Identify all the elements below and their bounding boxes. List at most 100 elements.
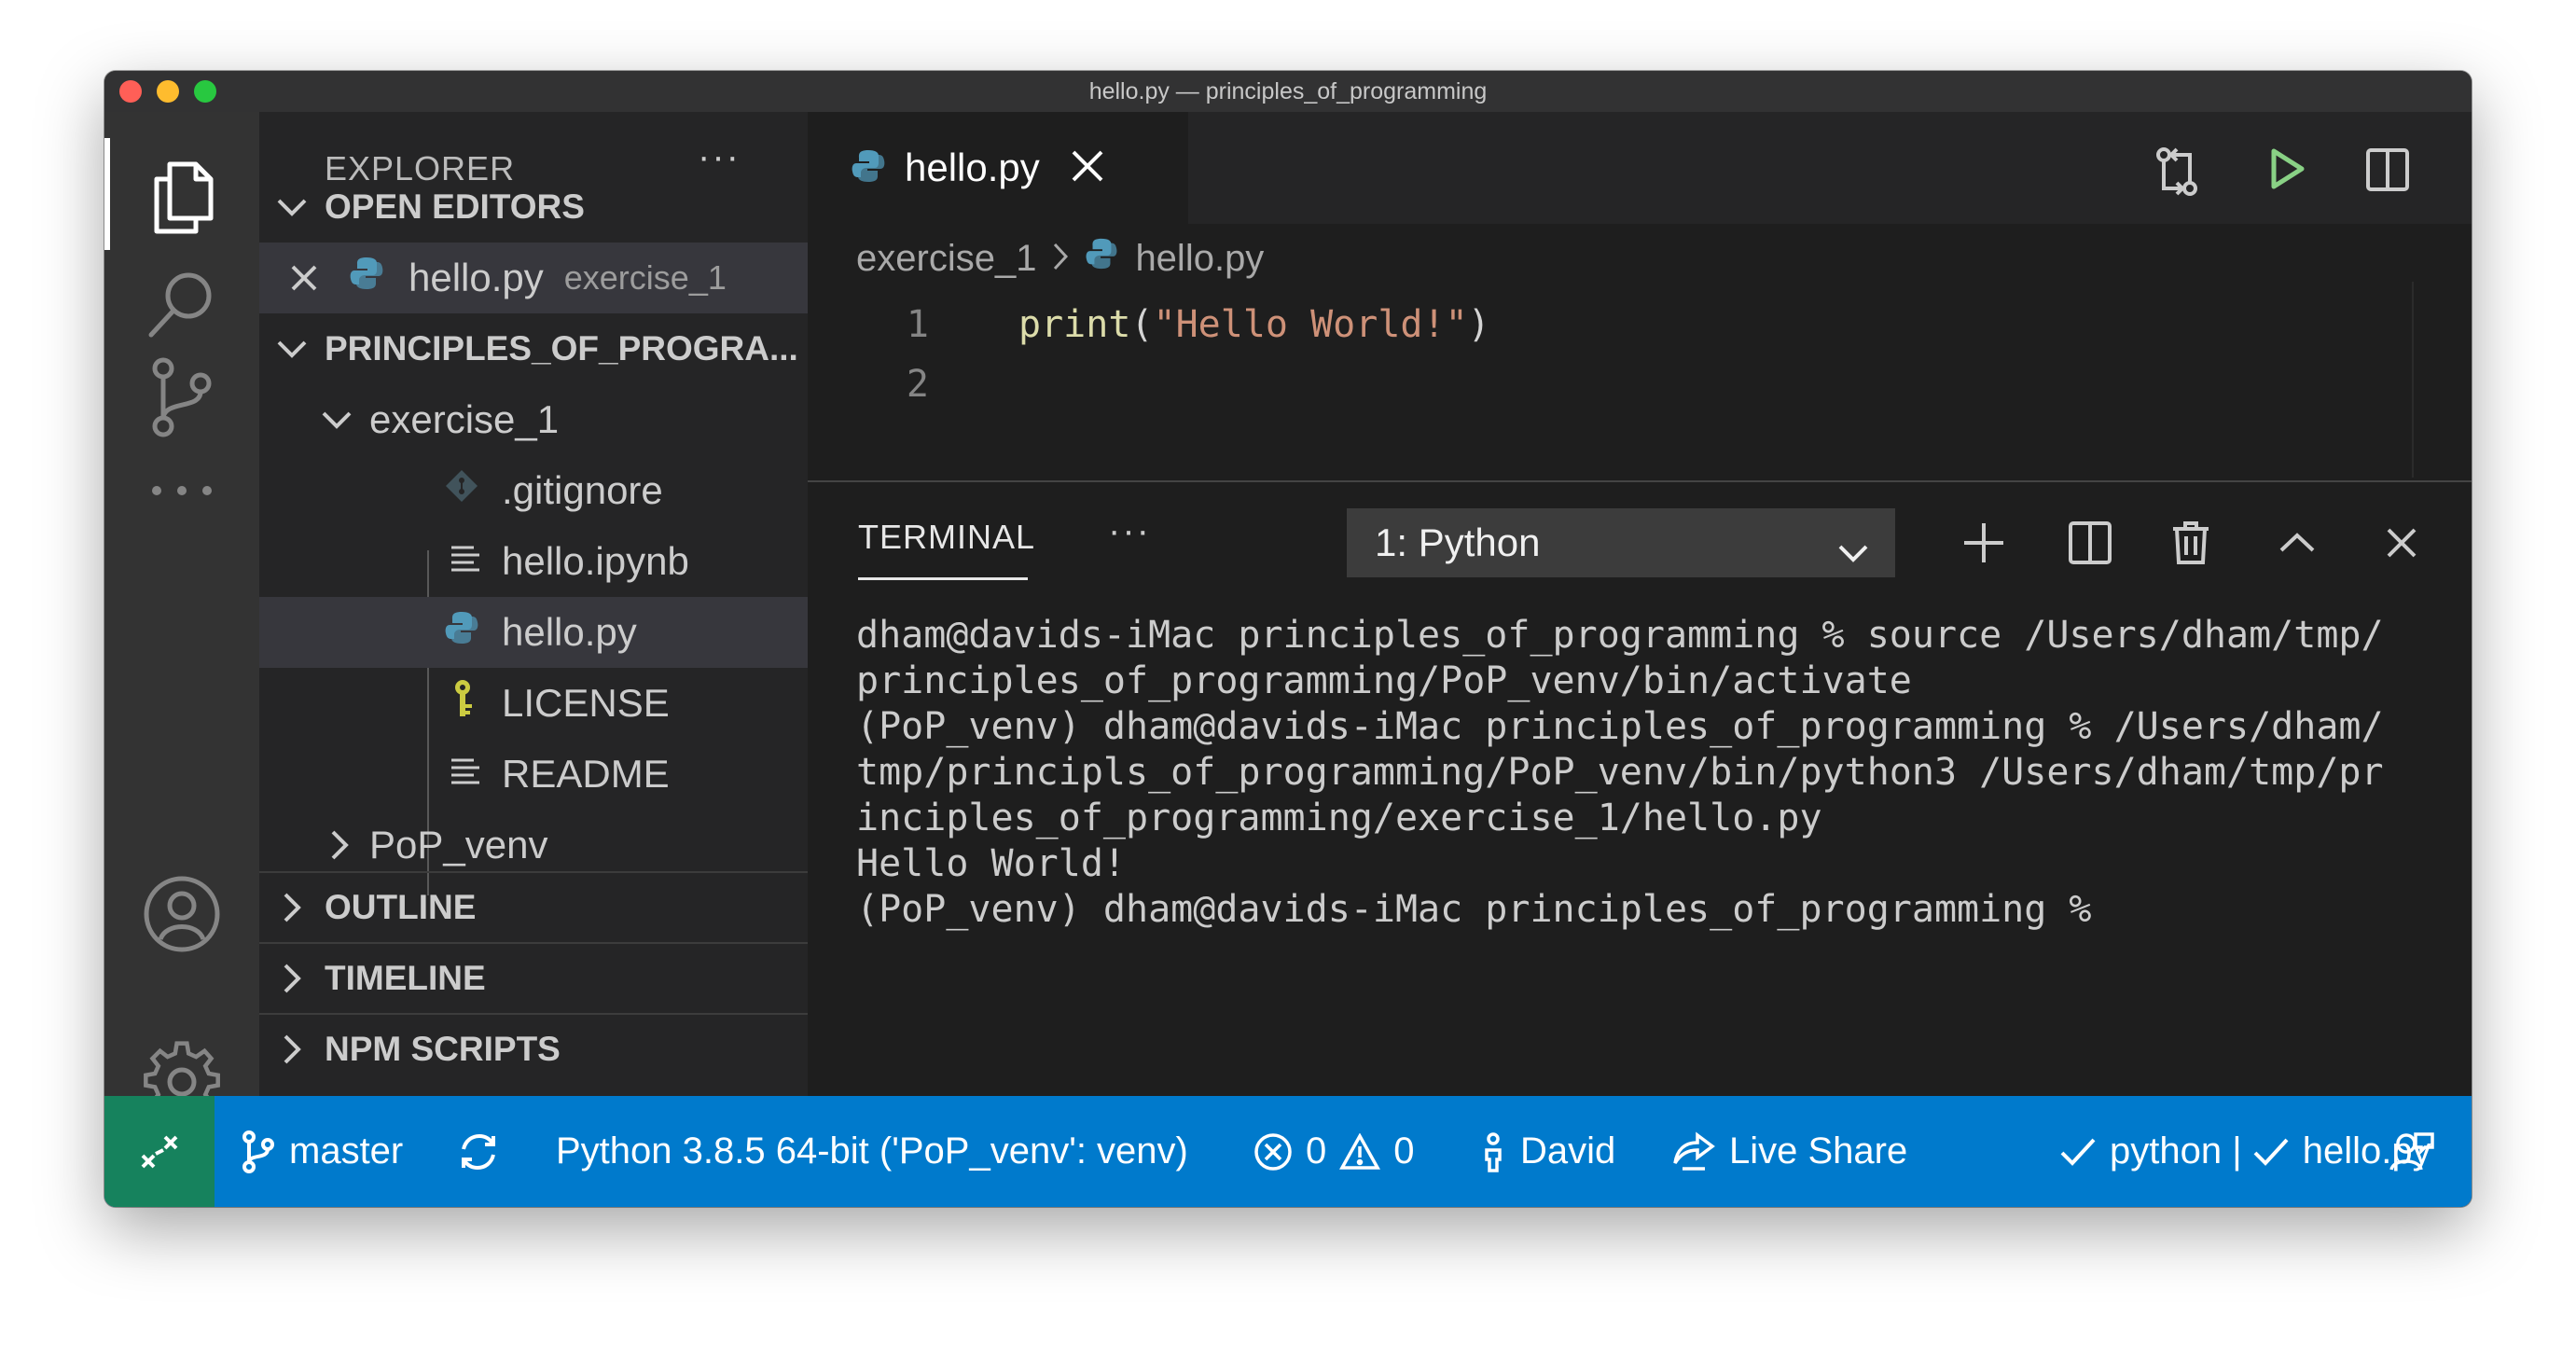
split-editor-icon[interactable] bbox=[2365, 147, 2410, 197]
python-file-icon bbox=[444, 610, 489, 655]
feedback-button[interactable] bbox=[2389, 1096, 2447, 1207]
editor-area: hello.py exercise_1 hello.py 1 print("He… bbox=[808, 112, 2472, 480]
live-share-button[interactable]: Live Share bbox=[1671, 1096, 1907, 1207]
python-file-icon bbox=[1085, 237, 1118, 280]
file-item-hello-py[interactable]: hello.py bbox=[259, 597, 808, 668]
trash-icon[interactable] bbox=[2158, 510, 2223, 575]
folder-label: PoP_venv bbox=[369, 823, 548, 867]
accounts-icon[interactable] bbox=[104, 858, 259, 970]
chevron-right-icon bbox=[1053, 238, 1069, 280]
text-file-icon bbox=[450, 752, 489, 797]
line-number: 2 bbox=[906, 363, 929, 406]
chevron-down-icon bbox=[259, 340, 325, 358]
branch-indicator[interactable]: master bbox=[241, 1096, 403, 1207]
outline-header[interactable]: OUTLINE bbox=[259, 871, 808, 942]
terminal-panel: TERMINAL ··· 1: Python dham@davids-iMac … bbox=[808, 480, 2472, 1098]
panel-more-button[interactable]: ··· bbox=[1108, 510, 1151, 552]
open-editor-filename: hello.py bbox=[409, 256, 544, 299]
sync-indicator[interactable] bbox=[457, 1096, 513, 1207]
terminal-line: Hello World! bbox=[856, 842, 1126, 885]
text-file-icon bbox=[450, 539, 489, 584]
python-interpreter[interactable]: Python 3.8.5 64-bit ('PoP_venv': venv) bbox=[556, 1096, 1188, 1207]
timeline-header[interactable]: TIMELINE bbox=[259, 942, 808, 1013]
user-indicator[interactable]: David bbox=[1479, 1096, 1615, 1207]
explorer-icon[interactable] bbox=[104, 138, 259, 250]
check-icon bbox=[2060, 1138, 2096, 1166]
problems-indicator[interactable]: 0 0 bbox=[1253, 1096, 1415, 1207]
line-number: 1 bbox=[906, 303, 929, 346]
terminal-line: tmp/principls_of_programming/PoP_venv/bi… bbox=[856, 751, 2384, 794]
chevron-right-icon bbox=[259, 1033, 325, 1065]
breadcrumb-folder[interactable]: exercise_1 bbox=[856, 238, 1036, 280]
interpreter-label: Python 3.8.5 64-bit ('PoP_venv': venv) bbox=[556, 1130, 1188, 1172]
terminal-select[interactable]: 1: Python bbox=[1347, 508, 1895, 577]
live-share-icon bbox=[1673, 1131, 1715, 1171]
breadcrumb: exercise_1 hello.py bbox=[856, 235, 1264, 282]
chevron-right-icon bbox=[259, 892, 325, 923]
remote-indicator[interactable] bbox=[104, 1096, 215, 1207]
breadcrumb-file[interactable]: hello.py bbox=[1135, 238, 1264, 280]
check-icon bbox=[2253, 1138, 2289, 1166]
file-label: README bbox=[502, 752, 670, 796]
outline-label: OUTLINE bbox=[325, 888, 477, 926]
close-icon[interactable] bbox=[259, 264, 349, 292]
folder-label: exercise_1 bbox=[369, 397, 560, 441]
close-panel-icon[interactable] bbox=[2369, 510, 2434, 575]
open-editors-header[interactable]: OPEN EDITORS bbox=[259, 172, 808, 243]
sync-icon bbox=[462, 1133, 495, 1170]
chevron-right-icon bbox=[259, 829, 369, 861]
window-title: hello.py — principles_of_programming bbox=[1088, 78, 1488, 104]
more-activities-icon[interactable] bbox=[104, 435, 259, 547]
warning-count: 0 bbox=[1393, 1130, 1415, 1172]
person-icon bbox=[1485, 1131, 1502, 1172]
file-item-license[interactable]: LICENSE bbox=[259, 668, 808, 739]
terminal-line: (PoP_venv) dham@davids-iMac principles_o… bbox=[856, 705, 2384, 748]
code-line[interactable]: 2 bbox=[808, 354, 929, 414]
vscode-window: hello.py — principles_of_programming EXP… bbox=[104, 71, 2472, 1207]
editor-more-icon[interactable] bbox=[2470, 164, 2472, 181]
new-terminal-plus-icon[interactable] bbox=[1951, 510, 2016, 575]
license-key-icon bbox=[446, 678, 489, 728]
open-changes-icon[interactable] bbox=[2153, 146, 2201, 202]
git-file-icon bbox=[444, 468, 489, 513]
python-file-icon bbox=[349, 256, 384, 300]
tab-hello-py[interactable]: hello.py bbox=[808, 112, 1188, 224]
code-string: "Hello World!" bbox=[1153, 303, 1468, 346]
code-line[interactable]: 1 print("Hello World!") bbox=[808, 295, 1490, 354]
chevron-right-icon bbox=[259, 963, 325, 994]
chevron-down-icon bbox=[1837, 529, 1869, 574]
lint-status[interactable]: python | hello.py bbox=[2059, 1096, 2431, 1207]
run-play-icon[interactable] bbox=[2268, 147, 2306, 195]
file-item-readme[interactable]: README bbox=[259, 739, 808, 810]
maximize-panel-icon[interactable] bbox=[2264, 510, 2330, 575]
close-tab-icon[interactable] bbox=[1071, 149, 1104, 187]
open-editors-label: OPEN EDITORS bbox=[325, 187, 585, 226]
split-terminal-icon[interactable] bbox=[2057, 510, 2123, 575]
file-label: hello.ipynb bbox=[502, 539, 689, 583]
file-item-gitignore[interactable]: .gitignore bbox=[259, 455, 808, 526]
minimap-edge bbox=[2412, 282, 2414, 478]
branch-name: master bbox=[289, 1130, 404, 1172]
lint-label: python | bbox=[2110, 1130, 2252, 1172]
code-content: print("Hello World!") bbox=[1018, 303, 1490, 346]
workspace-label: PRINCIPLES_OF_PROGRA... bbox=[325, 329, 798, 367]
workspace-header[interactable]: PRINCIPLES_OF_PROGRA... bbox=[259, 313, 808, 384]
open-editor-item[interactable]: hello.py exercise_1 bbox=[259, 243, 808, 313]
tab-label: hello.py bbox=[905, 146, 1040, 189]
terminal-output[interactable]: dham@davids-iMac principles_of_programmi… bbox=[856, 613, 2442, 933]
file-label: .gitignore bbox=[502, 468, 663, 512]
terminal-line: inciples_of_programming/exercise_1/hello… bbox=[856, 797, 1822, 839]
folder-pop-venv[interactable]: PoP_venv bbox=[259, 810, 808, 880]
error-count: 0 bbox=[1306, 1130, 1327, 1172]
tab-terminal[interactable]: TERMINAL bbox=[858, 518, 1035, 557]
user-name: David bbox=[1520, 1130, 1616, 1172]
editor-tab-bar: hello.py bbox=[808, 112, 2472, 224]
npm-scripts-header[interactable]: NPM SCRIPTS bbox=[259, 1013, 808, 1084]
file-item-hello-ipynb[interactable]: hello.ipynb bbox=[259, 526, 808, 597]
active-tab-indicator bbox=[858, 577, 1028, 580]
folder-exercise-1[interactable]: exercise_1 bbox=[259, 384, 808, 455]
terminal-line: principles_of_programming/PoP_venv/bin/a… bbox=[856, 659, 1912, 702]
activity-bar bbox=[104, 112, 259, 1120]
open-editor-folder: exercise_1 bbox=[563, 258, 727, 297]
title-bar: hello.py — principles_of_programming bbox=[104, 71, 2472, 112]
